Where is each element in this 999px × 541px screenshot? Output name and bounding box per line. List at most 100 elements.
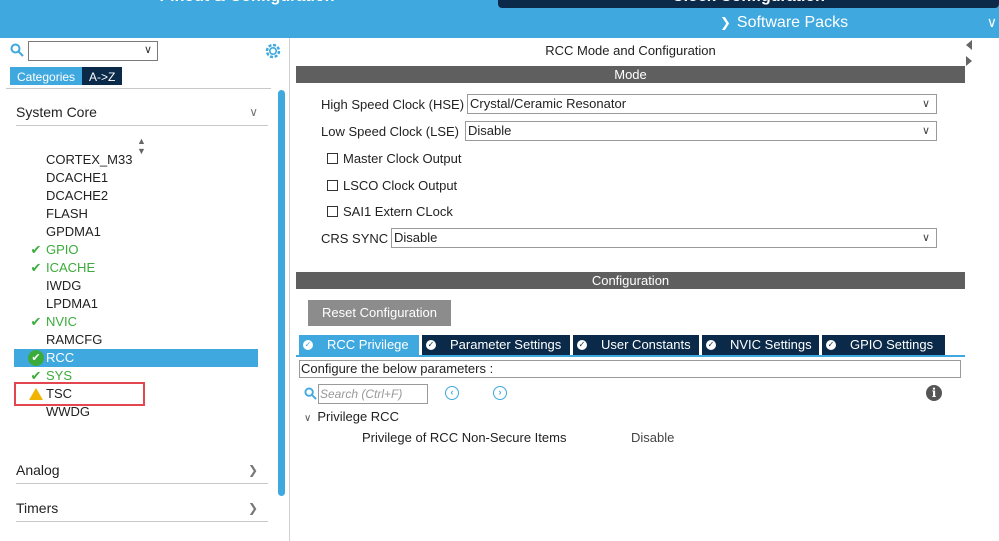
divider bbox=[6, 88, 271, 89]
peripheral-item-wwdg[interactable]: WWDG bbox=[14, 403, 258, 421]
sai1-extern-clock-checkbox[interactable] bbox=[327, 206, 338, 217]
chevron-down-icon: ∨ bbox=[921, 98, 930, 110]
tab-a-to-z[interactable]: A->Z bbox=[82, 67, 123, 85]
tab-gpio-settings[interactable]: ✓ GPIO Settings bbox=[822, 335, 945, 355]
hse-select[interactable]: Crystal/Ceramic Resonator ∨ bbox=[467, 94, 937, 114]
scrollbar[interactable] bbox=[278, 90, 285, 496]
tree-group-privilege-rcc[interactable]: ∨ Privilege RCC bbox=[304, 409, 399, 424]
peripheral-item-rcc[interactable]: ✔ RCC bbox=[14, 349, 258, 367]
peripheral-list: CORTEX_M33 DCACHE1 DCACHE2 FLASH GPDMA1 ✔ GPIO… bbox=[14, 151, 258, 421]
peripheral-item-tsc[interactable]: TSC bbox=[14, 385, 258, 403]
peripheral-item-dcache1[interactable]: DCACHE1 bbox=[14, 169, 258, 187]
check-circle-icon: ✓ bbox=[826, 340, 836, 350]
next-result-icon[interactable]: › bbox=[493, 386, 507, 400]
peripheral-item-lpdma1[interactable]: LPDMA1 bbox=[14, 295, 258, 313]
peripheral-item-dcache2[interactable]: DCACHE2 bbox=[14, 187, 258, 205]
master-clock-output-checkbox[interactable] bbox=[327, 153, 338, 164]
lsco-clock-output-checkbox[interactable] bbox=[327, 180, 338, 191]
chevron-down-icon: ∨ bbox=[304, 413, 312, 424]
tab-parameter-settings[interactable]: ✓ Parameter Settings bbox=[422, 335, 570, 355]
tab-categories[interactable]: Categories bbox=[10, 67, 83, 85]
sai1-extern-clock-option[interactable]: SAI1 Extern CLock bbox=[327, 204, 453, 219]
peripheral-label: RCC bbox=[46, 350, 75, 365]
parameter-value[interactable]: Disable bbox=[631, 430, 674, 445]
hse-label: High Speed Clock (HSE) bbox=[321, 97, 465, 112]
master-clock-output-option[interactable]: Master Clock Output bbox=[327, 151, 462, 166]
peripheral-label: NVIC bbox=[46, 314, 78, 329]
group-label: Timers bbox=[16, 500, 59, 516]
reset-configuration-button[interactable]: Reset Configuration bbox=[308, 300, 451, 326]
page-title: RCC Mode and Configuration bbox=[545, 43, 716, 58]
peripheral-item-nvic[interactable]: ✔ NVIC bbox=[14, 313, 258, 331]
peripheral-item-gpio[interactable]: ✔ GPIO bbox=[14, 241, 258, 259]
tab-label: NVIC Settings bbox=[730, 337, 812, 352]
panel-collapse-handle-icon[interactable] bbox=[965, 38, 972, 68]
tab-label: User Constants bbox=[601, 337, 691, 352]
check-circle-icon: ✔ bbox=[28, 350, 44, 366]
lse-label: Low Speed Clock (LSE) bbox=[321, 124, 460, 139]
peripheral-search-input[interactable]: ∨ bbox=[28, 41, 158, 61]
info-icon[interactable]: i bbox=[926, 385, 942, 401]
software-packs-label: Software Packs bbox=[736, 14, 849, 31]
checkbox-label: LSCO Clock Output bbox=[343, 178, 458, 193]
check-circle-icon: ✓ bbox=[706, 340, 716, 350]
peripheral-label: GPIO bbox=[46, 242, 79, 257]
rcc-mode-configuration-panel: RCC Mode and Configuration Mode High Spe… bbox=[296, 38, 965, 541]
peripheral-label: CORTEX_M33 bbox=[46, 152, 133, 167]
peripheral-item-gpdma1[interactable]: GPDMA1 bbox=[14, 223, 258, 241]
crs-sync-select[interactable]: Disable ∨ bbox=[391, 228, 937, 248]
peripheral-panel: ∨ Categories A->Z System Core ∨ ▲ ▼ CORTE… bbox=[0, 38, 290, 541]
tab-underline bbox=[296, 355, 965, 357]
peripheral-label: TSC bbox=[46, 386, 72, 401]
peripheral-label: SYS bbox=[46, 368, 73, 383]
peripheral-item-icache[interactable]: ✔ ICACHE bbox=[14, 259, 258, 277]
mode-bar: Mode bbox=[296, 66, 965, 83]
crs-sync-value: Disable bbox=[394, 230, 438, 245]
peripheral-label: FLASH bbox=[46, 206, 88, 221]
parameter-search-input[interactable]: Search (Ctrl+F) bbox=[318, 384, 428, 404]
top-banner: Pinout & Configuration Clock Configurati… bbox=[0, 0, 999, 38]
tab-clock-configuration[interactable]: Clock Configuration bbox=[498, 0, 999, 8]
chevron-down-icon[interactable]: ∨ bbox=[987, 14, 997, 31]
tab-rcc-privilege[interactable]: ✓ RCC Privilege bbox=[299, 335, 419, 355]
peripheral-item-iwdg[interactable]: IWDG bbox=[14, 277, 258, 295]
peripheral-label: ICACHE bbox=[46, 260, 96, 275]
check-icon: ✔ bbox=[30, 260, 42, 275]
chevron-right-icon: ❯ bbox=[247, 463, 258, 477]
parameter-name: Privilege of RCC Non-Secure Items bbox=[362, 430, 567, 445]
peripheral-item-flash[interactable]: FLASH bbox=[14, 205, 258, 223]
tab-user-constants[interactable]: ✓ User Constants bbox=[573, 335, 699, 355]
check-icon: ✔ bbox=[30, 368, 42, 383]
search-icon bbox=[10, 43, 24, 57]
checkbox-label: SAI1 Extern CLock bbox=[343, 204, 453, 219]
lse-value: Disable bbox=[468, 123, 512, 138]
tab-pinout-configuration[interactable]: Pinout & Configuration bbox=[0, 0, 494, 8]
peripheral-item-sys[interactable]: ✔ SYS bbox=[14, 367, 258, 385]
warning-icon bbox=[29, 388, 43, 400]
crs-sync-label: CRS SYNC bbox=[321, 231, 389, 246]
tab-label: GPIO Settings bbox=[850, 337, 934, 352]
chevron-down-icon: ∨ bbox=[921, 232, 930, 244]
group-timers[interactable]: Timers ❯ bbox=[16, 494, 268, 522]
lse-select[interactable]: Disable ∨ bbox=[465, 121, 937, 141]
peripheral-label: GPDMA1 bbox=[46, 224, 101, 239]
gear-icon[interactable] bbox=[264, 42, 282, 60]
peripheral-item-ramcfg[interactable]: RAMCFG bbox=[14, 331, 258, 349]
previous-result-icon[interactable]: ‹ bbox=[445, 386, 459, 400]
software-packs-menu[interactable]: ❯ Software Packs bbox=[720, 14, 848, 32]
configure-description: Configure the below parameters : bbox=[299, 360, 961, 378]
peripheral-label: IWDG bbox=[46, 278, 82, 293]
right-gutter bbox=[965, 38, 999, 541]
check-icon: ✔ bbox=[30, 314, 42, 329]
check-icon: ✔ bbox=[30, 242, 42, 257]
hse-value: Crystal/Ceramic Resonator bbox=[470, 96, 627, 111]
chevron-down-icon[interactable]: ∨ bbox=[144, 43, 152, 56]
group-system-core[interactable]: System Core ∨ bbox=[16, 98, 268, 126]
chevron-down-icon: ∨ bbox=[249, 105, 258, 119]
peripheral-item-cortex_m33[interactable]: CORTEX_M33 bbox=[14, 151, 258, 169]
group-analog[interactable]: Analog ❯ bbox=[16, 456, 268, 484]
category-tabs: Categories A->Z bbox=[10, 67, 123, 85]
lsco-clock-output-option[interactable]: LSCO Clock Output bbox=[327, 178, 457, 193]
tab-nvic-settings[interactable]: ✓ NVIC Settings bbox=[702, 335, 819, 355]
checkbox-label: Master Clock Output bbox=[343, 151, 462, 166]
